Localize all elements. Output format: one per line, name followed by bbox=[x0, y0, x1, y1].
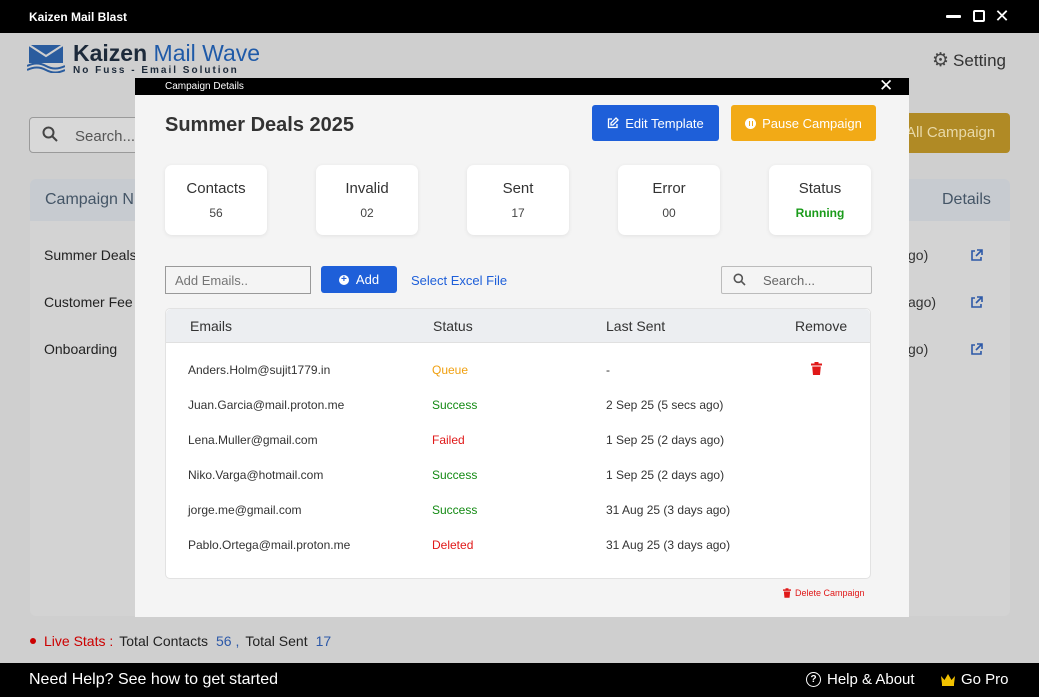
stat-invalid: Invalid 02 bbox=[316, 165, 418, 235]
table-row: Pablo.Ortega@mail.proton.me Deleted 31 A… bbox=[188, 538, 731, 552]
campaign-title: Summer Deals 2025 bbox=[165, 114, 355, 136]
gear-icon: ⚙ bbox=[932, 50, 950, 71]
maximize-button[interactable] bbox=[970, 7, 988, 25]
help-about-button[interactable]: ? Help & About bbox=[806, 671, 915, 688]
table-row: Lena.Muller@gmail.com Failed 1 Sep 25 (2… bbox=[188, 433, 725, 447]
pause-campaign-button[interactable]: Pause Campaign bbox=[731, 105, 876, 141]
crown-icon bbox=[941, 674, 955, 686]
column-remove: Remove bbox=[795, 318, 848, 334]
setting-button[interactable]: ⚙ Setting bbox=[932, 49, 1006, 72]
window-titlebar: Kaizen Mail Blast ✕ bbox=[0, 0, 1039, 33]
campaign-details-modal: Summer Deals 2025 Edit Template Pause Ca… bbox=[135, 95, 909, 617]
status-badge: Deleted bbox=[432, 538, 474, 552]
close-icon: ✕ bbox=[994, 6, 1010, 26]
window-close-button[interactable]: ✕ bbox=[993, 7, 1011, 25]
emails-table-header: Emails Status Last Sent Remove bbox=[166, 309, 870, 343]
campaign-row-name[interactable]: Customer Fee bbox=[44, 294, 133, 310]
stat-sent: Sent 17 bbox=[467, 165, 569, 235]
column-last-sent: Last Sent bbox=[606, 318, 666, 334]
delete-campaign-button[interactable]: Delete Campaign bbox=[783, 588, 865, 598]
external-link-icon[interactable] bbox=[970, 249, 983, 262]
app-logo: Kaizen Mail Wave No Fuss - Email Solutio… bbox=[27, 41, 260, 77]
minimize-icon bbox=[945, 14, 961, 18]
campaign-row-name[interactable]: Summer Deals bbox=[44, 247, 137, 263]
trash-icon bbox=[783, 588, 791, 598]
help-getting-started-link[interactable]: Need Help? See how to get started bbox=[29, 671, 278, 689]
close-icon: ✕ bbox=[879, 76, 894, 95]
live-stats: Live Stats : Total Contacts 56 , Total S… bbox=[30, 633, 337, 649]
pause-icon bbox=[745, 117, 757, 129]
stat-error: Error 00 bbox=[618, 165, 720, 235]
table-row: Anders.Holm@sujit1779.in Queue - bbox=[166, 355, 870, 385]
column-status: Status bbox=[433, 318, 473, 334]
go-pro-button[interactable]: Go Pro bbox=[940, 671, 1009, 688]
campaign-row-ago: go) bbox=[908, 341, 929, 357]
minimize-button[interactable] bbox=[944, 7, 962, 25]
search-icon bbox=[733, 273, 746, 286]
status-badge: Failed bbox=[432, 433, 465, 447]
add-emails-input[interactable] bbox=[165, 266, 311, 294]
modal-close-button[interactable]: ✕ bbox=[879, 76, 893, 96]
status-badge: Success bbox=[432, 398, 478, 412]
footer-bar: Need Help? See how to get started ? Help… bbox=[0, 663, 1039, 697]
status-badge: Queue bbox=[432, 363, 469, 377]
setting-label: Setting bbox=[953, 50, 1006, 70]
edit-template-button[interactable]: Edit Template bbox=[592, 105, 719, 141]
stat-contacts: Contacts 56 bbox=[165, 165, 267, 235]
modal-header-bar: Campaign Details ✕ bbox=[135, 76, 909, 96]
campaign-row-name[interactable]: Onboarding bbox=[44, 341, 117, 357]
brand-tagline: No Fuss - Email Solution bbox=[73, 65, 239, 76]
select-excel-file-link[interactable]: Select Excel File bbox=[411, 273, 507, 288]
search-icon bbox=[42, 126, 58, 142]
live-dot-icon bbox=[30, 638, 36, 644]
external-link-icon[interactable] bbox=[970, 343, 983, 356]
modal-header-title: Campaign Details bbox=[165, 81, 244, 92]
status-badge: Running bbox=[795, 206, 845, 220]
email-search-input[interactable]: Search... bbox=[721, 266, 872, 294]
add-email-button[interactable]: + Add bbox=[321, 266, 397, 293]
edit-icon bbox=[608, 117, 620, 129]
status-badge: Success bbox=[432, 468, 478, 482]
emails-table: Emails Status Last Sent Remove Anders.Ho… bbox=[165, 308, 871, 579]
table-row: Juan.Garcia@mail.proton.me Success 2 Sep… bbox=[188, 398, 724, 412]
table-row: Niko.Varga@hotmail.com Success 1 Sep 25 … bbox=[188, 468, 725, 482]
campaign-row-ago: go) bbox=[908, 247, 929, 263]
stat-status: Status Running bbox=[769, 165, 871, 235]
question-icon: ? bbox=[806, 672, 821, 687]
campaign-row-ago: ago) bbox=[908, 294, 937, 310]
external-link-icon[interactable] bbox=[970, 296, 983, 309]
envelope-wave-icon bbox=[27, 44, 65, 73]
status-badge: Success bbox=[432, 503, 478, 517]
column-emails: Emails bbox=[190, 318, 233, 334]
maximize-icon bbox=[973, 10, 985, 22]
plus-icon: + bbox=[338, 274, 349, 285]
trash-icon[interactable] bbox=[811, 362, 822, 375]
window-title: Kaizen Mail Blast bbox=[29, 10, 128, 24]
brand-name: Kaizen Mail Wave bbox=[73, 40, 261, 66]
table-row: jorge.me@gmail.com Success 31 Aug 25 (3 … bbox=[188, 503, 731, 517]
